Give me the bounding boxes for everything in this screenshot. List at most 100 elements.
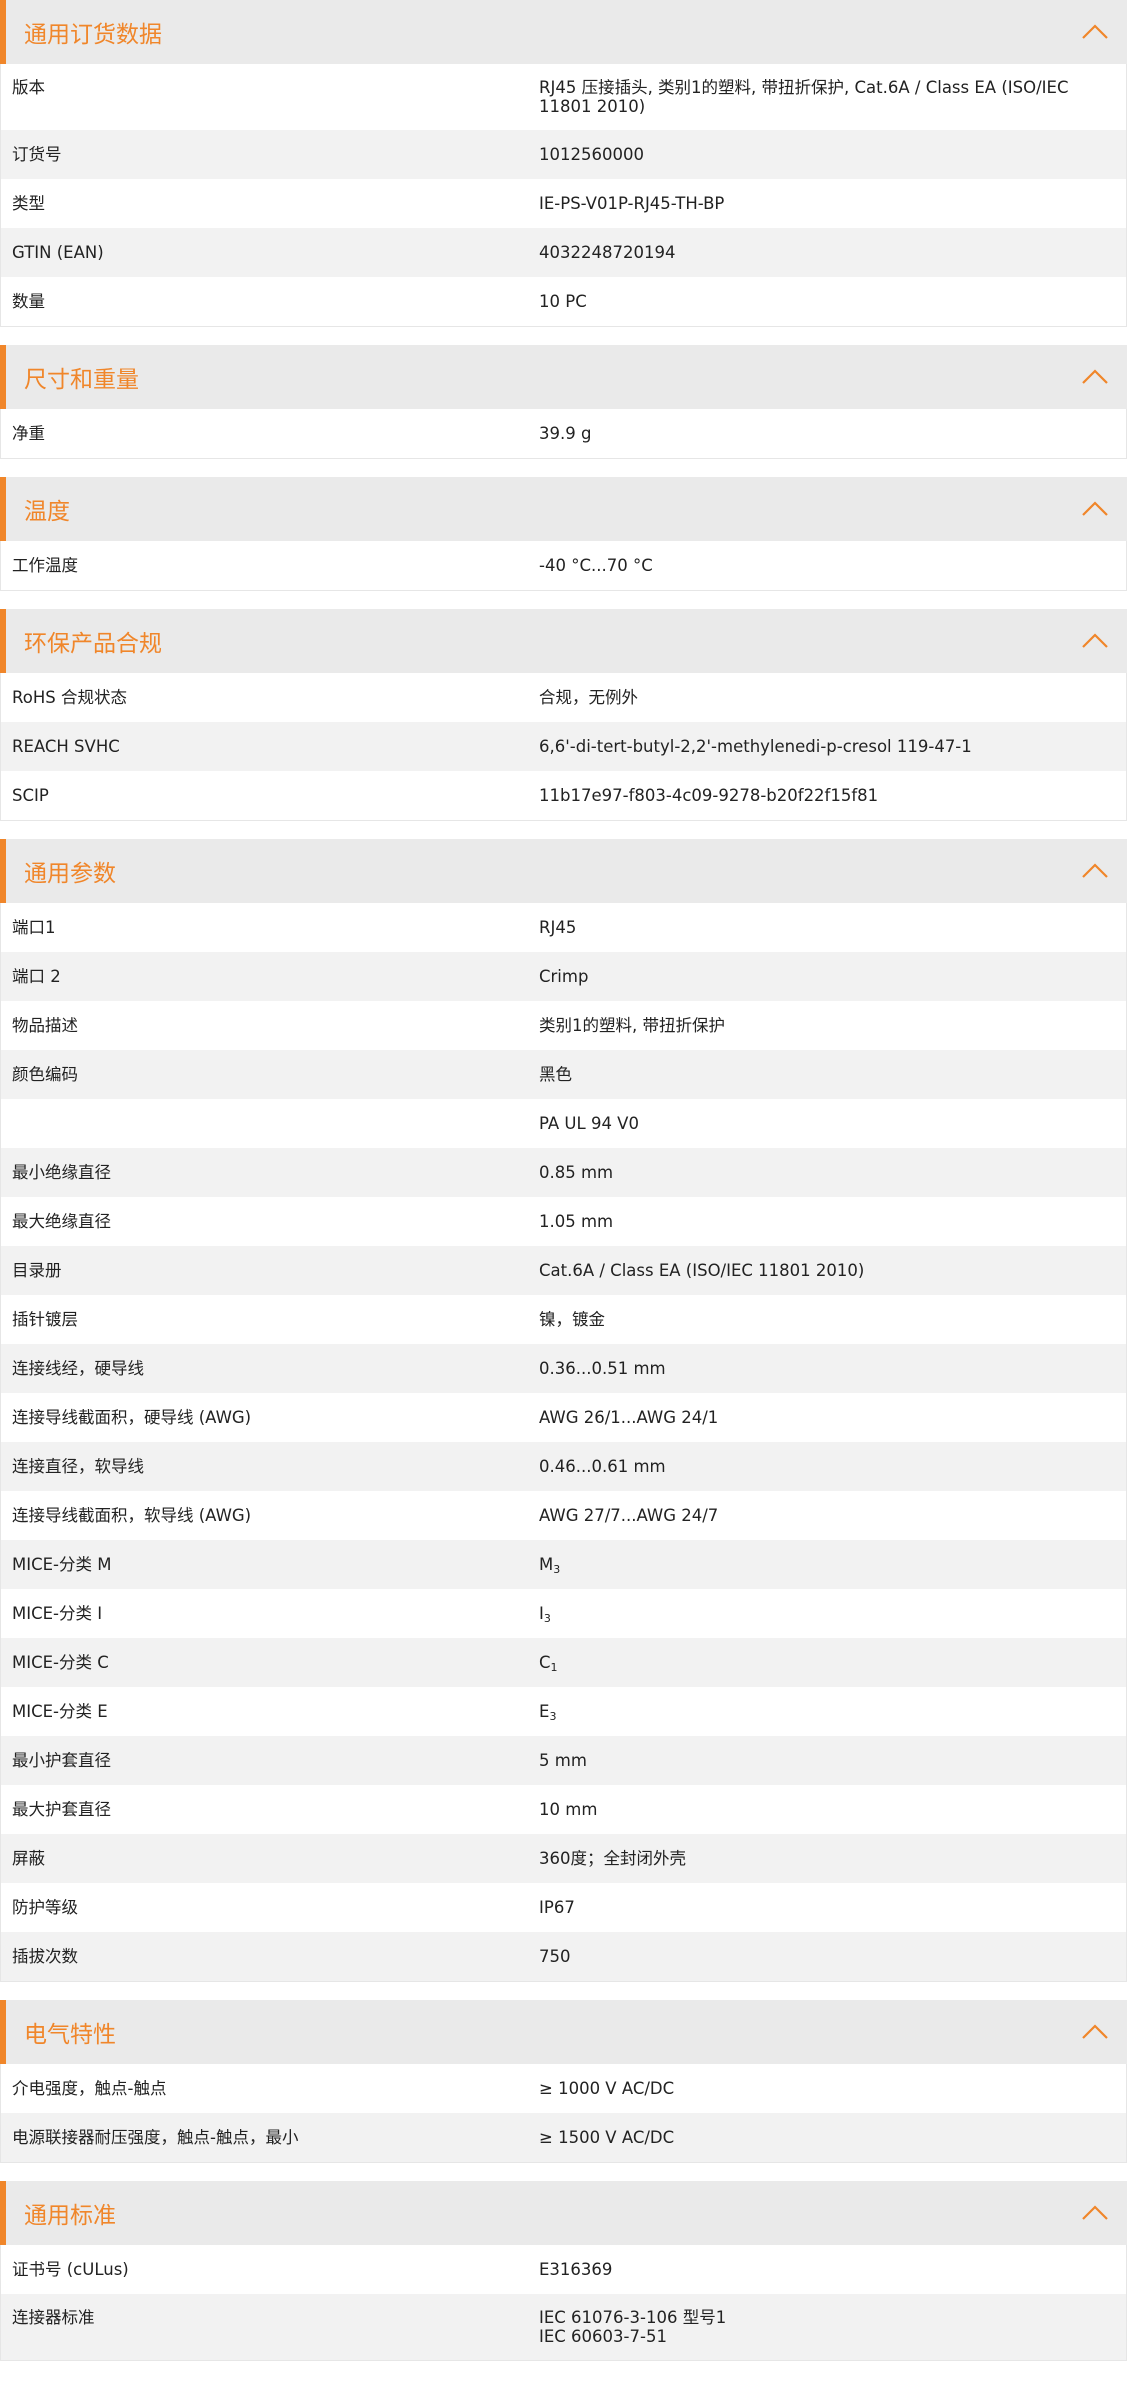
spec-value: 750 bbox=[539, 1947, 1126, 1967]
spec-label: 插针镀层 bbox=[12, 1310, 78, 1329]
spec-value: 6,6'-di-tert-butyl-2,2'-methylenedi-p-cr… bbox=[539, 737, 1126, 757]
spec-row: 类型 IE-PS-V01P-RJ45-TH-BP bbox=[1, 179, 1126, 228]
spec-row: 目录册 Cat.6A / Class EA (ISO/IEC 11801 2010… bbox=[1, 1246, 1126, 1295]
spec-row: 最大绝缘直径 1.05 mm bbox=[1, 1197, 1126, 1246]
section-title: 通用参数 bbox=[24, 861, 116, 887]
spec-row: 连接导线截面积，软导线 (AWG) AWG 27/7...AWG 24/7 bbox=[1, 1491, 1126, 1540]
spec-label: 端口 2 bbox=[12, 967, 61, 986]
spec-row: MICE-分类 C C1 bbox=[1, 1638, 1126, 1687]
section-header[interactable]: 温度 bbox=[0, 477, 1127, 541]
section-header[interactable]: 尺寸和重量 bbox=[0, 345, 1127, 409]
spec-row: GTIN (EAN) 4032248720194 bbox=[1, 228, 1126, 277]
spec-value: 10 PC bbox=[539, 292, 1126, 312]
spec-label: 连接导线截面积，软导线 (AWG) bbox=[12, 1506, 252, 1525]
spec-row: 端口1 RJ45 bbox=[1, 903, 1126, 952]
spec-row: 最小护套直径 5 mm bbox=[1, 1736, 1126, 1785]
spec-value-text: 4032248720194 bbox=[539, 243, 676, 262]
spec-label: 最小护套直径 bbox=[12, 1751, 111, 1770]
spec-row: 颜色编码 黑色 bbox=[1, 1050, 1126, 1099]
spec-row: SCIP 11b17e97-f803-4c09-9278-b20f22f15f81 bbox=[1, 771, 1126, 820]
spec-row: 最大护套直径 10 mm bbox=[1, 1785, 1126, 1834]
spec-value-text: 1.05 mm bbox=[539, 1212, 614, 1231]
spec-row: 防护等级 IP67 bbox=[1, 1883, 1126, 1932]
spec-value-text: 黑色 bbox=[539, 1065, 572, 1084]
spec-label: 类型 bbox=[12, 194, 45, 213]
spec-value: RJ45 bbox=[539, 918, 1126, 938]
spec-section: 电气特性介电强度，触点-触点 ≥ 1000 V AC/DC 电源联接器耐压强度，触点… bbox=[0, 2000, 1127, 2163]
spec-value: IP67 bbox=[539, 1898, 1126, 1918]
spec-rows: 版本 RJ45 压接插头, 类别1的塑料, 带扭折保护, Cat.6A / Cla… bbox=[0, 64, 1127, 327]
spec-label: 连接直径，软导线 bbox=[12, 1457, 144, 1476]
spec-value-text: AWG 27/7...AWG 24/7 bbox=[539, 1506, 719, 1525]
spec-value-text: ≥ 1500 V AC/DC bbox=[539, 2128, 675, 2147]
spec-row: 物品描述 类别1的塑料, 带扭折保护 bbox=[1, 1001, 1126, 1050]
spec-label: 防护等级 bbox=[12, 1898, 78, 1917]
spec-section: 尺寸和重量 净重 39.9 g bbox=[0, 345, 1127, 459]
spec-section: 通用订货数据版本 RJ45 压接插头, 类别1的塑料, 带扭折保护, Cat.6A… bbox=[0, 0, 1127, 327]
spec-rows: 端口1 RJ45 端口 2 Crimp 物品描述 类别1的塑料, 带扭折保护 颜色编码 黑色 P… bbox=[0, 903, 1127, 1982]
spec-label: 颜色编码 bbox=[12, 1065, 78, 1084]
chevron-up-icon[interactable] bbox=[1081, 2203, 1109, 2221]
section-title: 通用订货数据 bbox=[24, 22, 162, 48]
spec-value: M3 bbox=[539, 1555, 1126, 1575]
spec-value: 黑色 bbox=[539, 1065, 1126, 1085]
spec-value-text: -40 °C...70 °C bbox=[539, 556, 653, 575]
spec-value-subscript: 3 bbox=[543, 1612, 551, 1625]
spec-row: MICE-分类 I I3 bbox=[1, 1589, 1126, 1638]
spec-value-text: IEC 61076-3-106 型号1 IEC 60603-7-51 bbox=[539, 2308, 727, 2346]
spec-value: 5 mm bbox=[539, 1751, 1126, 1771]
spec-label: 最小绝缘直径 bbox=[12, 1163, 111, 1182]
spec-value: 0.46...0.61 mm bbox=[539, 1457, 1126, 1477]
spec-value-text: ≥ 1000 V AC/DC bbox=[539, 2079, 675, 2098]
spec-value-text: 5 mm bbox=[539, 1751, 587, 1770]
spec-row: 连接直径，软导线 0.46...0.61 mm bbox=[1, 1442, 1126, 1491]
spec-label: 介电强度，触点-触点 bbox=[12, 2079, 167, 2098]
spec-value-text: 10 mm bbox=[539, 1800, 598, 1819]
spec-label: GTIN (EAN) bbox=[12, 243, 104, 262]
spec-label: 电源联接器耐压强度，触点-触点，最小 bbox=[12, 2128, 299, 2147]
spec-value-text: 合规，无例外 bbox=[539, 688, 638, 707]
spec-row: REACH SVHC 6,6'-di-tert-butyl-2,2'-methyl… bbox=[1, 722, 1126, 771]
spec-row: 工作温度 -40 °C...70 °C bbox=[1, 541, 1126, 590]
spec-label: 连接线经，硬导线 bbox=[12, 1359, 144, 1378]
spec-value-text: PA UL 94 V0 bbox=[539, 1114, 639, 1133]
spec-value: 10 mm bbox=[539, 1800, 1126, 1820]
spec-label: 最大护套直径 bbox=[12, 1800, 111, 1819]
spec-value-subscript: 1 bbox=[550, 1661, 558, 1674]
spec-row: 连接器标准 IEC 61076-3-106 型号1 IEC 60603-7-51 bbox=[1, 2294, 1126, 2360]
chevron-up-icon[interactable] bbox=[1081, 367, 1109, 385]
spec-value: 镍，镀金 bbox=[539, 1310, 1126, 1330]
spec-value: 合规，无例外 bbox=[539, 688, 1126, 708]
chevron-up-icon[interactable] bbox=[1081, 2022, 1109, 2040]
spec-value: 1012560000 bbox=[539, 145, 1126, 165]
section-header[interactable]: 通用参数 bbox=[0, 839, 1127, 903]
spec-rows: RoHS 合规状态 合规，无例外 REACH SVHC 6,6'-di-tert-bu… bbox=[0, 673, 1127, 821]
chevron-up-icon[interactable] bbox=[1081, 631, 1109, 649]
spec-value-text: 0.85 mm bbox=[539, 1163, 614, 1182]
spec-value: 类别1的塑料, 带扭折保护 bbox=[539, 1016, 1126, 1036]
spec-row: RoHS 合规状态 合规，无例外 bbox=[1, 673, 1126, 722]
spec-label: MICE-分类 I bbox=[12, 1604, 103, 1623]
spec-section: 通用参数 端口1 RJ45 端口 2 Crimp 物品描述 类别1的塑料, 带扭折保护 颜色编… bbox=[0, 839, 1127, 1982]
section-header[interactable]: 电气特性 bbox=[0, 2000, 1127, 2064]
spec-label: 插拔次数 bbox=[12, 1947, 78, 1966]
chevron-up-icon[interactable] bbox=[1081, 499, 1109, 517]
spec-value-text: IE-PS-V01P-RJ45-TH-BP bbox=[539, 194, 725, 213]
section-header[interactable]: 通用标准 bbox=[0, 2181, 1127, 2245]
chevron-up-icon[interactable] bbox=[1081, 22, 1109, 40]
chevron-up-icon[interactable] bbox=[1081, 861, 1109, 879]
section-title: 电气特性 bbox=[24, 2022, 116, 2048]
section-header[interactable]: 环保产品合规 bbox=[0, 609, 1127, 673]
section-header[interactable]: 通用订货数据 bbox=[0, 0, 1127, 64]
spec-label: 最大绝缘直径 bbox=[12, 1212, 111, 1231]
spec-value-text: 750 bbox=[539, 1947, 571, 1966]
spec-section: 环保产品合规 RoHS 合规状态 合规，无例外 REACH SVHC 6,6'-di-t… bbox=[0, 609, 1127, 821]
spec-value-text: IP67 bbox=[539, 1898, 575, 1917]
spec-value: 0.85 mm bbox=[539, 1163, 1126, 1183]
spec-value: E316369 bbox=[539, 2260, 1126, 2280]
spec-value: -40 °C...70 °C bbox=[539, 556, 1126, 576]
spec-rows: 工作温度 -40 °C...70 °C bbox=[0, 541, 1127, 591]
spec-value: 0.36...0.51 mm bbox=[539, 1359, 1126, 1379]
spec-label: 端口1 bbox=[12, 918, 56, 937]
spec-row: 屏蔽 360度；全封闭外壳 bbox=[1, 1834, 1126, 1883]
